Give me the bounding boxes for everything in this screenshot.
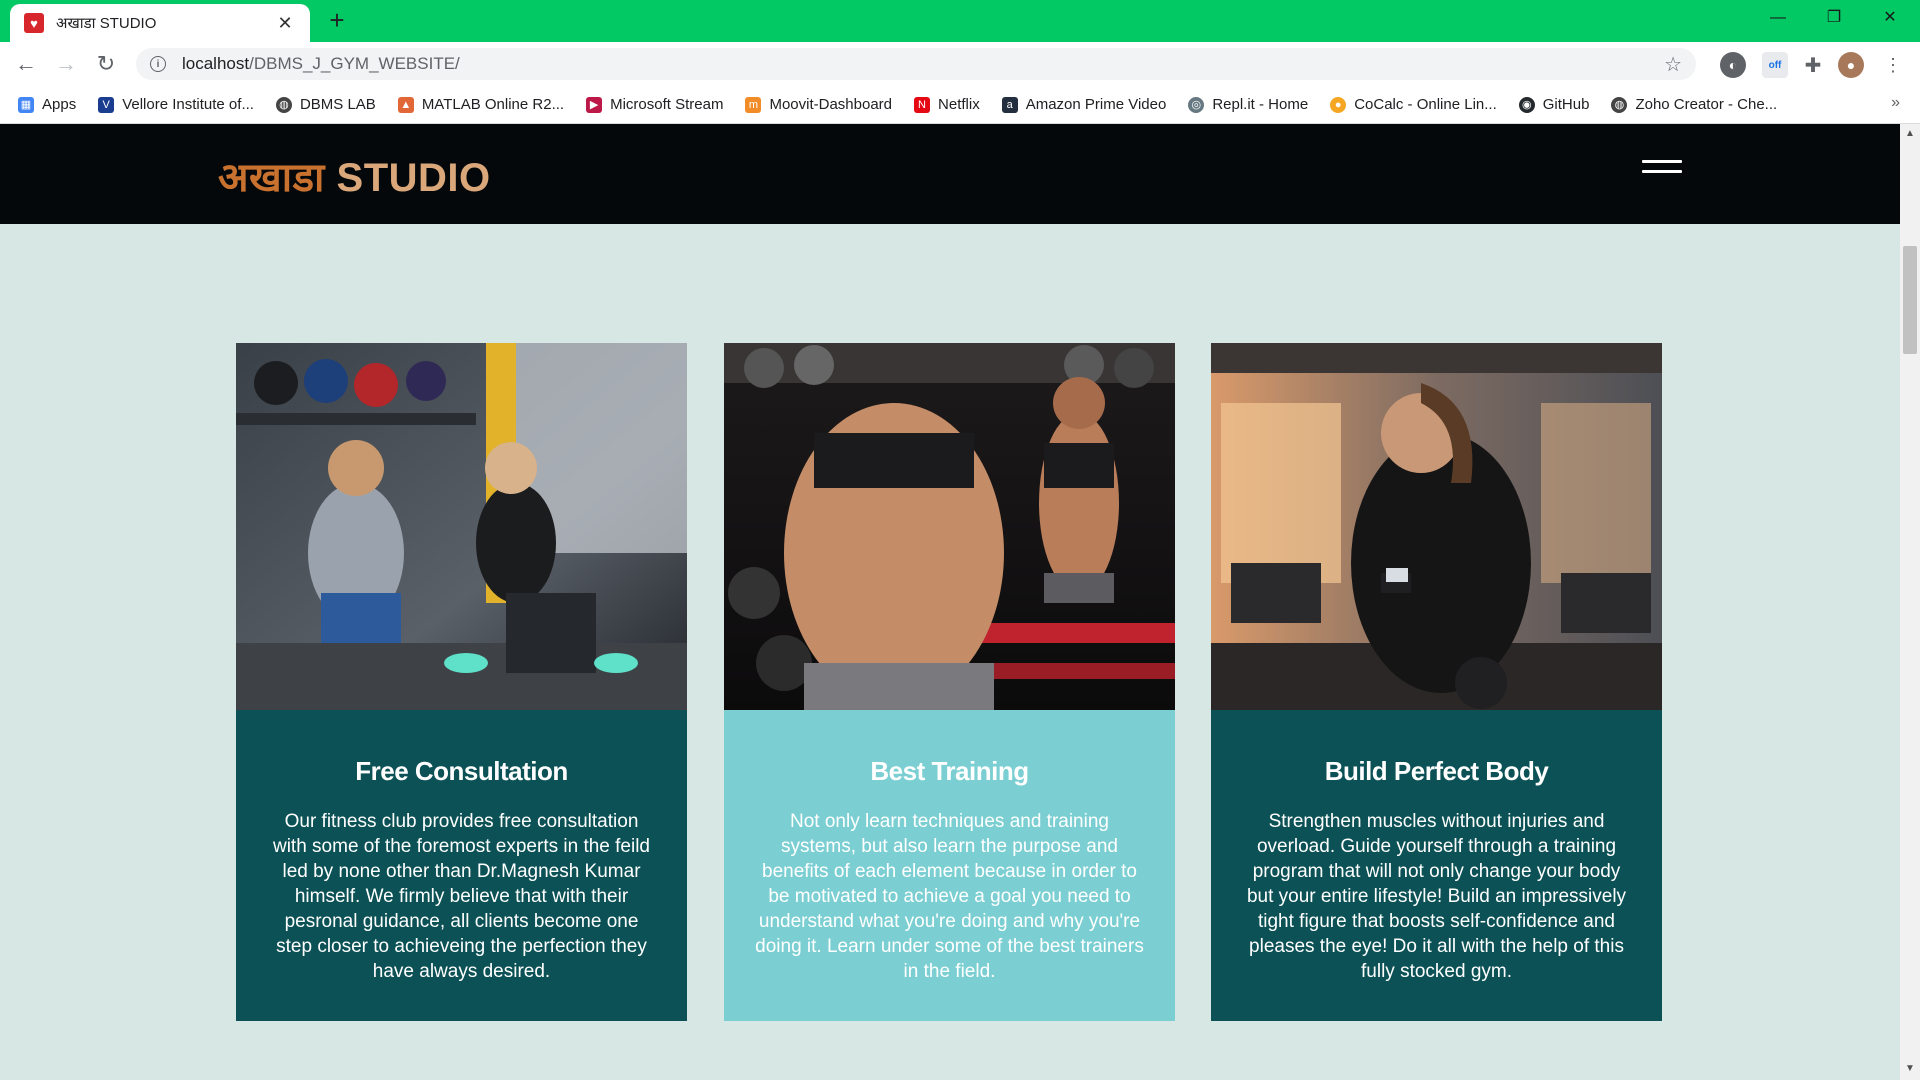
bookmark-github[interactable]: ◉ GitHub xyxy=(1518,96,1590,113)
bookmark-apps[interactable]: ▦ Apps xyxy=(18,96,76,113)
logo-hindi-text: अखाडा xyxy=(218,156,325,200)
bookmark-label: Zoho Creator - Che... xyxy=(1635,96,1778,113)
card-title: Free Consultation xyxy=(355,756,568,786)
card-title: Best Training xyxy=(870,756,1029,786)
card-text: Strengthen muscles without injuries and … xyxy=(1246,811,1627,982)
globe-icon: ◍ xyxy=(275,96,292,113)
card-body: Best Training Not only learn techniques … xyxy=(724,710,1175,1021)
woman-with-phone-photo xyxy=(1211,343,1662,710)
tab-title: अखाडा STUDIO xyxy=(56,15,157,32)
extensions-puzzle-icon[interactable]: ✚ xyxy=(1800,52,1826,78)
url-text[interactable]: localhost/DBMS_J_GYM_WEBSITE/ xyxy=(182,54,460,74)
women-lifting-photo xyxy=(724,343,1175,710)
browser-menu-icon[interactable]: ⋮ xyxy=(1880,52,1906,78)
bookmark-label: CoCalc - Online Lin... xyxy=(1354,96,1497,113)
restore-window-icon[interactable]: ❐ xyxy=(1806,0,1862,36)
browser-titlebar: ♥ अखाडा STUDIO ✕ + — ❐ ✕ xyxy=(0,0,1920,42)
card-body: Free Consultation Our fitness club provi… xyxy=(236,710,687,1021)
bookmark-stream[interactable]: ▶ Microsoft Stream xyxy=(586,96,723,113)
bookmark-netflix[interactable]: N Netflix xyxy=(914,96,980,113)
bookmark-label: Vellore Institute of... xyxy=(122,96,254,113)
bookmark-label: Microsoft Stream xyxy=(610,96,724,113)
hamburger-line xyxy=(1642,160,1682,163)
card-title: Build Perfect Body xyxy=(1324,756,1549,786)
amazon-icon: a xyxy=(1001,96,1018,113)
close-window-icon[interactable]: ✕ xyxy=(1862,0,1918,36)
bookmark-zoho[interactable]: ◍ Zoho Creator - Che... xyxy=(1611,96,1777,113)
url-path: /DBMS_J_GYM_WEBSITE/ xyxy=(249,54,460,73)
site-info-icon[interactable]: i xyxy=(150,56,166,72)
page-viewport: अखाडा STUDIO Free Consultation Our fitne… xyxy=(0,124,1900,1080)
browser-tab[interactable]: ♥ अखाडा STUDIO ✕ xyxy=(10,4,310,42)
bookmark-label: DBMS LAB xyxy=(299,96,376,113)
extension-off-icon[interactable]: off xyxy=(1762,52,1788,78)
moovit-icon: m xyxy=(745,96,762,113)
extension-compass-icon[interactable]: ◐ xyxy=(1720,52,1746,78)
forward-arrow-icon[interactable]: → xyxy=(50,48,82,80)
bookmark-label: Netflix xyxy=(938,96,980,113)
replit-icon: ◎ xyxy=(1188,96,1205,113)
url-host: localhost xyxy=(182,54,250,73)
bookmark-dbms-lab[interactable]: ◍ DBMS LAB xyxy=(275,96,376,113)
bookmark-vit[interactable]: V Vellore Institute of... xyxy=(98,96,254,113)
bookmark-label: Repl.it - Home xyxy=(1212,96,1309,113)
vit-icon: V xyxy=(98,96,115,113)
bookmark-amazon[interactable]: a Amazon Prime Video xyxy=(1001,96,1167,113)
bookmark-replit[interactable]: ◎ Repl.it - Home xyxy=(1188,96,1308,113)
card-image-women-lifting xyxy=(724,343,1175,710)
card-text: Not only learn techniques and training s… xyxy=(755,811,1144,982)
card-text: Our fitness club provides free consultat… xyxy=(272,811,650,982)
reload-icon[interactable]: ↻ xyxy=(90,48,122,80)
site-logo[interactable]: अखाडा STUDIO xyxy=(218,148,491,203)
profile-avatar[interactable]: ● xyxy=(1838,52,1864,78)
card-image-woman-phone xyxy=(1211,343,1662,710)
github-icon: ◉ xyxy=(1518,96,1535,113)
bookmark-label: Amazon Prime Video xyxy=(1025,96,1167,113)
logo-studio-text: STUDIO xyxy=(336,156,491,200)
scroll-down-arrow-icon[interactable]: ▼ xyxy=(1900,1063,1920,1074)
bookmark-cocalc[interactable]: ● CoCalc - Online Lin... xyxy=(1330,96,1497,113)
bookmark-matlab[interactable]: ▲ MATLAB Online R2... xyxy=(397,96,565,113)
feature-cards: Free Consultation Our fitness club provi… xyxy=(236,343,1662,1021)
hamburger-menu-icon[interactable] xyxy=(1642,160,1682,182)
site-header: अखाडा STUDIO xyxy=(0,124,1900,224)
bookmark-label: Moovit-Dashboard xyxy=(769,96,893,113)
bookmark-label: GitHub xyxy=(1542,96,1590,113)
page-scrollbar[interactable]: ▲ ▼ xyxy=(1900,124,1920,1080)
bookmarks-overflow-icon[interactable]: » xyxy=(1891,94,1900,112)
site-favicon-icon: ♥ xyxy=(24,13,44,33)
apps-grid-icon: ▦ xyxy=(18,96,34,113)
back-arrow-icon[interactable]: ← xyxy=(10,48,42,80)
bookmark-label: Apps xyxy=(42,96,77,113)
bookmark-label: MATLAB Online R2... xyxy=(421,96,565,113)
globe-icon: ◍ xyxy=(1611,96,1628,113)
netflix-icon: N xyxy=(914,96,931,113)
card-best-training: Best Training Not only learn techniques … xyxy=(724,343,1175,1021)
scrollbar-thumb[interactable] xyxy=(1903,246,1917,354)
tab-close-icon[interactable]: ✕ xyxy=(274,13,296,34)
card-image-trainer-coaching xyxy=(236,343,687,710)
stream-icon: ▶ xyxy=(586,96,603,113)
new-tab-button[interactable]: + xyxy=(322,6,352,36)
card-build-perfect-body: Build Perfect Body Strengthen muscles wi… xyxy=(1211,343,1662,1021)
address-bar[interactable]: i localhost/DBMS_J_GYM_WEBSITE/ ☆ xyxy=(136,48,1696,80)
scroll-up-arrow-icon[interactable]: ▲ xyxy=(1900,128,1920,139)
cocalc-icon: ● xyxy=(1330,96,1347,113)
bookmarks-bar: ▦ Apps V Vellore Institute of... ◍ DBMS LAB… xyxy=(0,86,1920,124)
matlab-icon: ▲ xyxy=(397,96,414,113)
browser-toolbar: ← → ↻ i localhost/DBMS_J_GYM_WEBSITE/ ☆ … xyxy=(0,42,1920,86)
minimize-window-icon[interactable]: — xyxy=(1750,0,1806,36)
bookmark-star-icon[interactable]: ☆ xyxy=(1664,52,1682,77)
hamburger-line xyxy=(1642,170,1682,173)
card-free-consultation: Free Consultation Our fitness club provi… xyxy=(236,343,687,1021)
trainer-coaching-photo xyxy=(236,343,687,710)
card-body: Build Perfect Body Strengthen muscles wi… xyxy=(1211,710,1662,1021)
bookmark-moovit[interactable]: m Moovit-Dashboard xyxy=(745,96,892,113)
